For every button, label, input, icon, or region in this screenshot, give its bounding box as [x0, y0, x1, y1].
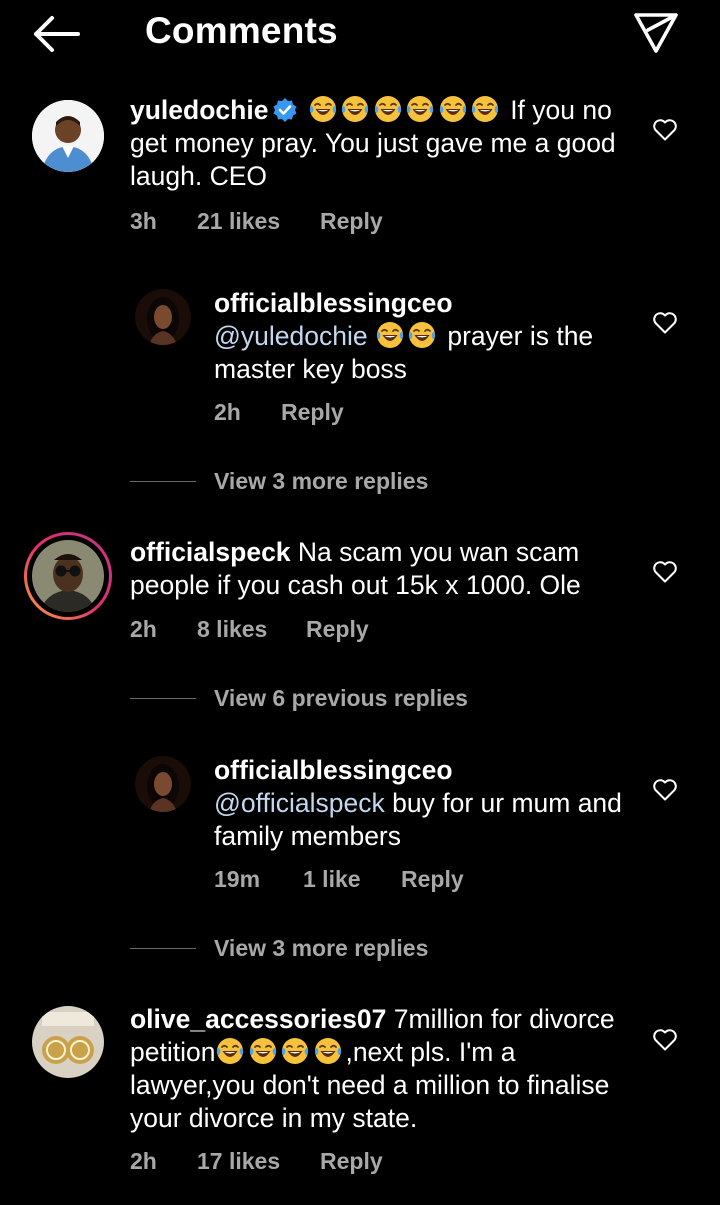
comment-time: 2h [130, 616, 157, 642]
page-title: Comments [145, 10, 338, 51]
mention-link[interactable]: @yuledochie [214, 321, 368, 351]
view-more-replies-link[interactable]: View 3 more replies [214, 468, 428, 495]
back-button[interactable] [30, 12, 82, 56]
comment-username[interactable]: officialblessingceo [214, 755, 453, 785]
laughing-emoji-icon [376, 322, 404, 348]
comment-time: 2h [130, 1148, 157, 1174]
heart-icon[interactable] [652, 1028, 678, 1052]
avatar[interactable] [32, 1006, 104, 1078]
laughing-emoji-group [308, 95, 503, 125]
view-more-replies-link[interactable]: View 3 more replies [214, 935, 428, 962]
laughing-emoji-icon [409, 322, 436, 348]
heart-icon[interactable] [652, 311, 678, 335]
laughing-emoji-icon [407, 96, 434, 122]
comment-time: 2h [214, 399, 241, 425]
comment-text: olive_accessories07 7million for divorce… [130, 1003, 630, 1135]
verified-badge-icon [273, 98, 297, 122]
heart-icon[interactable] [652, 560, 678, 584]
likes-count[interactable]: 17 likes [197, 1148, 320, 1175]
view-more-replies: View 3 more replies [130, 933, 428, 963]
comment-username[interactable]: officialspeck [130, 537, 291, 567]
reply-button[interactable]: Reply [320, 208, 383, 235]
laughing-emoji-icon [309, 96, 336, 122]
reply-button[interactable]: Reply [281, 399, 344, 426]
laughing-emoji-group [215, 1037, 345, 1067]
heart-icon[interactable] [652, 778, 678, 802]
arrow-left-icon [34, 16, 80, 52]
comment-text: officialblessingceo @yuledochie prayer i… [214, 287, 634, 386]
header-bar: Comments [0, 0, 720, 66]
mention-link[interactable]: @officialspeck [214, 788, 385, 818]
comment-username[interactable]: yuledochie [130, 95, 268, 125]
comment-meta: 19m 1 like Reply [214, 866, 464, 893]
heart-icon[interactable] [652, 118, 678, 142]
divider-line [130, 947, 196, 949]
reply-button[interactable]: Reply [401, 866, 464, 893]
avatar[interactable] [135, 756, 191, 812]
comment-text: yuledochie If you no get money pray. You… [130, 94, 630, 193]
avatar[interactable] [32, 100, 104, 172]
laughing-emoji-icon [249, 1038, 277, 1064]
avatar-story-ring[interactable] [24, 532, 112, 620]
reply-officialblessingceo-1: officialblessingceo @yuledochie prayer i… [0, 285, 720, 435]
comment-text: officialblessingceo @officialspeck buy f… [214, 754, 634, 853]
comment-username[interactable]: olive_accessories07 [130, 1004, 386, 1034]
share-button[interactable] [632, 10, 680, 54]
comment-meta: 3h 21 likes Reply [130, 208, 383, 235]
comment-time: 19m [214, 866, 261, 892]
likes-count[interactable]: 1 like [303, 866, 401, 893]
likes-count[interactable]: 21 likes [197, 208, 320, 235]
divider-line [130, 480, 196, 482]
comment-olive-accessories07: olive_accessories07 7million for divorce… [0, 1002, 720, 1192]
divider-line [130, 697, 196, 699]
laughing-emoji-icon [472, 96, 499, 122]
comment-yuledochie: yuledochie If you no get money pray. You… [0, 90, 720, 250]
likes-count[interactable]: 8 likes [197, 616, 306, 643]
comment-time: 3h [130, 208, 157, 234]
view-previous-replies: View 6 previous replies [130, 683, 468, 713]
laughing-emoji-icon [282, 1038, 309, 1064]
laughing-emoji-group [375, 321, 440, 351]
view-more-replies: View 3 more replies [130, 466, 428, 496]
laughing-emoji-icon [314, 1038, 342, 1064]
comment-username[interactable]: officialblessingceo [214, 288, 453, 318]
paper-plane-icon [634, 13, 678, 53]
laughing-emoji-icon [217, 1038, 244, 1064]
reply-officialblessingceo-2: officialblessingceo @officialspeck buy f… [0, 752, 720, 902]
reply-button[interactable]: Reply [320, 1148, 383, 1175]
comment-meta: 2h 8 likes Reply [130, 616, 369, 643]
laughing-emoji-icon [374, 96, 401, 122]
avatar[interactable] [135, 289, 191, 345]
laughing-emoji-icon [342, 96, 369, 122]
comment-meta: 2h 17 likes Reply [130, 1148, 383, 1175]
comment-meta: 2h Reply [214, 399, 344, 426]
view-previous-replies-link[interactable]: View 6 previous replies [214, 685, 468, 712]
laughing-emoji-icon [439, 96, 466, 122]
reply-button[interactable]: Reply [306, 616, 369, 643]
comment-officialspeck: officialspeck Na scam you wan scam peopl… [0, 530, 720, 660]
comment-text: officialspeck Na scam you wan scam peopl… [130, 536, 640, 602]
